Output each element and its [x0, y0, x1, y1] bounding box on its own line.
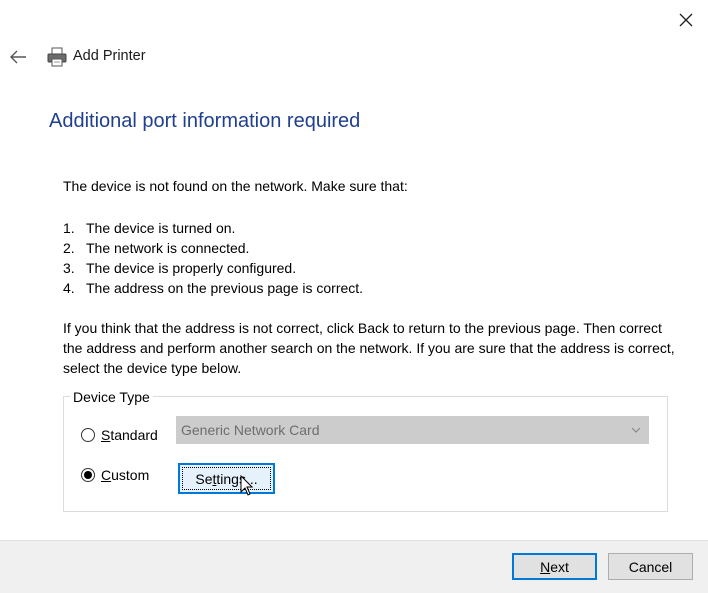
close-button[interactable] — [676, 10, 696, 30]
list-item: 2. The network is connected. — [63, 238, 363, 258]
radio-selected-dot — [84, 471, 92, 479]
list-text: The device is turned on. — [86, 220, 236, 236]
page-heading: Additional port information required — [49, 110, 361, 132]
printer-icon — [46, 46, 68, 68]
instruction-note: If you think that the address is not cor… — [63, 320, 675, 376]
close-icon — [679, 13, 693, 27]
window-title: Add Printer — [73, 48, 146, 64]
list-number: 4. — [63, 280, 75, 296]
list-number: 3. — [63, 260, 75, 276]
next-button-label: Next — [540, 558, 569, 575]
list-text: The network is connected. — [86, 240, 250, 256]
list-item: 3. The device is properly configured. — [63, 258, 363, 278]
cancel-button[interactable]: Cancel — [608, 553, 693, 580]
device-type-group — [63, 396, 668, 512]
settings-button[interactable]: Settings... — [178, 463, 275, 494]
footer-bar — [0, 540, 708, 593]
mouse-cursor-icon — [240, 475, 254, 496]
radio-circle[interactable] — [81, 468, 95, 482]
standard-radio-label: Standard — [101, 427, 158, 443]
standard-radio[interactable]: Standard — [81, 427, 158, 443]
back-arrow-icon — [10, 50, 26, 64]
custom-radio[interactable]: Custom — [81, 467, 149, 483]
list-number: 2. — [63, 240, 75, 256]
combobox-value: Generic Network Card — [181, 422, 320, 438]
device-type-combobox: Generic Network Card — [176, 416, 649, 444]
checklist: 1. The device is turned on. 2. The network… — [63, 218, 363, 298]
list-text: The address on the previous page is corr… — [86, 280, 364, 296]
custom-radio-label: Custom — [101, 467, 150, 483]
chevron-down-icon — [631, 427, 641, 433]
list-number: 1. — [63, 220, 75, 236]
back-button[interactable] — [8, 48, 28, 66]
device-type-legend: Device Type — [70, 388, 153, 406]
next-button[interactable]: Next — [512, 553, 597, 580]
intro-text: The device is not found on the network. … — [63, 178, 408, 194]
list-item: 4. The address on the previous page is co… — [63, 278, 363, 298]
focus-rectangle — [182, 467, 271, 490]
list-text: The device is properly configured. — [86, 260, 297, 276]
list-item: 1. The device is turned on. — [63, 218, 363, 238]
radio-circle[interactable] — [81, 428, 95, 442]
